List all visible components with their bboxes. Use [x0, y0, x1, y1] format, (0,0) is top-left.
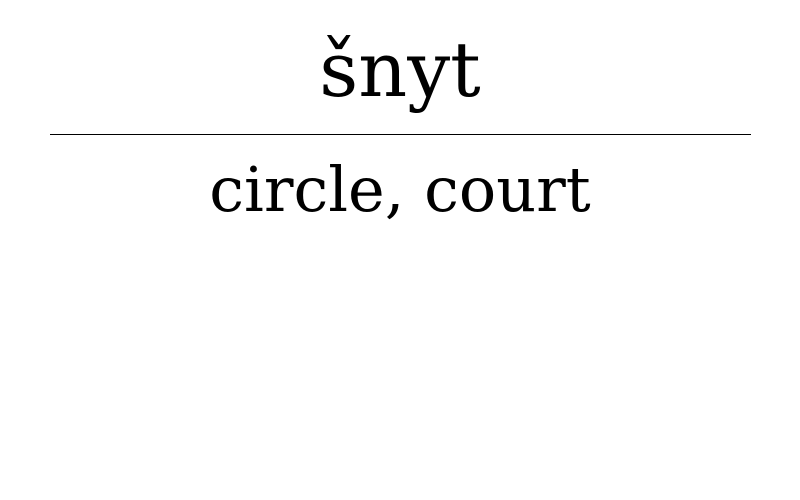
flashcard: šnyt circle, court	[0, 0, 800, 500]
gloss-translation: circle, court	[209, 153, 591, 226]
headword: šnyt	[319, 25, 481, 114]
divider-line	[50, 134, 751, 135]
